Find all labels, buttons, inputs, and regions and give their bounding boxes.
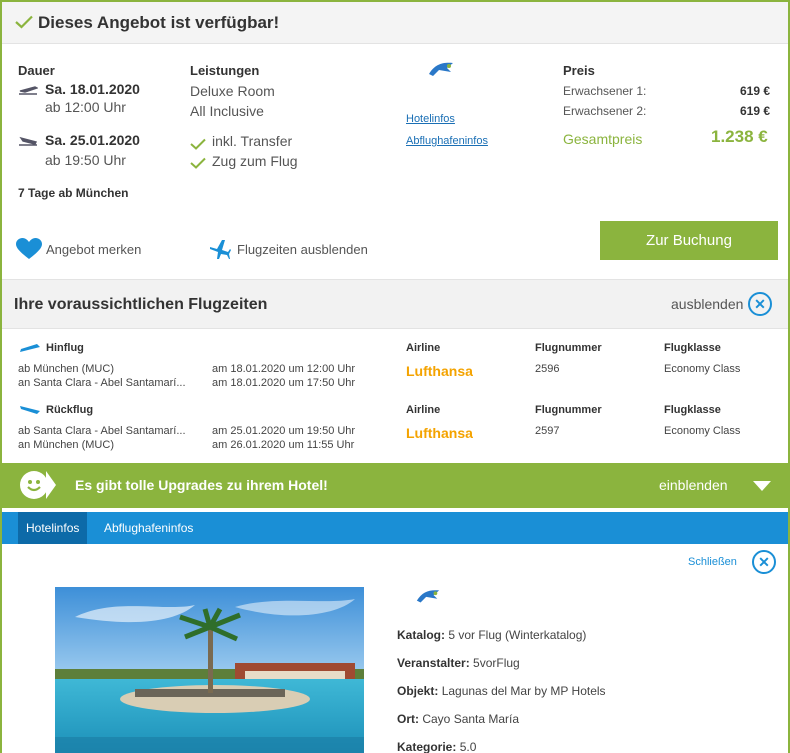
flight-times-hide-link[interactable]: ausblenden — [671, 296, 743, 312]
flight-times-header: Ihre voraussichtlichen Flugzeiten ausble… — [2, 279, 788, 329]
flight-times-title: Ihre voraussichtlichen Flugzeiten — [14, 296, 268, 313]
close-icon[interactable]: ✕ — [748, 292, 772, 316]
adult2-price: 619 € — [740, 104, 771, 118]
upgrades-bar[interactable]: Es gibt tolle Upgrades zu ihrem Hotel! e… — [2, 463, 788, 508]
location-row: Ort: Cayo Santa María — [397, 712, 520, 726]
close-info-link[interactable]: Schließen — [688, 556, 737, 568]
outbound-flight-label: Hinflug — [46, 342, 84, 354]
adult2-label: Erwachsener 2: — [563, 104, 647, 118]
outbound-flight-number: 2596 — [535, 363, 560, 375]
outbound-flight-class: Economy Class — [664, 363, 741, 375]
return-airline: Lufthansa — [406, 425, 473, 441]
flight-class-header: Flugklasse — [664, 342, 721, 354]
catalog-row: Katalog: 5 vor Flug (Winterkatalog) — [397, 628, 587, 642]
heart-icon[interactable] — [16, 238, 42, 260]
outbound-to: an Santa Clara - Abel Santamarí... — [18, 377, 186, 389]
transfer-included: inkl. Transfer — [212, 133, 293, 149]
duration-summary: 7 Tage ab München — [18, 186, 129, 200]
info-tabs: Hotelinfos Abflughafeninfos — [2, 512, 788, 544]
return-from: ab Santa Clara - Abel Santamarí... — [18, 425, 186, 437]
tab-hotel-info[interactable]: Hotelinfos — [18, 512, 88, 544]
return-departure: am 25.01.2020 um 19:50 Uhr — [212, 425, 356, 437]
upgrades-show-link[interactable]: einblenden — [659, 477, 728, 493]
board-type: All Inclusive — [190, 103, 264, 119]
plane-departure-icon — [19, 86, 38, 95]
outbound-date: Sa. 18.01.2020 — [45, 81, 140, 97]
operator-row: Veranstalter: 5vorFlug — [397, 656, 520, 670]
operator-logo-icon — [429, 62, 453, 76]
tab-airport-info[interactable]: Abflughafeninfos — [96, 512, 201, 544]
object-row: Objekt: Lagunas del Mar by MP Hotels — [397, 684, 606, 698]
close-icon[interactable]: ✕ — [752, 550, 776, 574]
return-flight-class: Economy Class — [664, 425, 741, 437]
availability-title: Dieses Angebot ist verfügbar! — [38, 13, 280, 32]
operator-logo-icon — [416, 590, 440, 603]
duration-label: Dauer — [18, 63, 55, 78]
plane-departure-icon — [20, 344, 40, 352]
room-type: Deluxe Room — [190, 83, 275, 99]
outbound-time: ab 12:00 Uhr — [45, 99, 126, 115]
airport-info-link[interactable]: Abflughafeninfos — [406, 135, 488, 147]
adult1-label: Erwachsener 1: — [563, 84, 647, 98]
outbound-arrival: am 18.01.2020 um 17:50 Uhr — [212, 377, 356, 389]
outbound-from: ab München (MUC) — [18, 363, 114, 375]
return-to: an München (MUC) — [18, 439, 114, 451]
flight-number-header: Flugnummer — [535, 342, 602, 354]
total-price: 1.238 € — [711, 127, 768, 146]
adult1-price: 619 € — [740, 84, 771, 98]
return-flight-label: Rückflug — [46, 404, 94, 416]
airline-header: Airline — [406, 342, 441, 354]
return-time: ab 19:50 Uhr — [45, 152, 126, 168]
offer-panel: Dieses Angebot ist verfügbar! Dauer Sa. … — [0, 0, 790, 753]
hotel-image — [55, 587, 364, 753]
train-to-flight: Zug zum Flug — [212, 153, 298, 169]
category-row: Kategorie: 5.0 — [397, 740, 477, 753]
upgrades-text: Es gibt tolle Upgrades zu ihrem Hotel! — [75, 477, 328, 493]
smiley-icon — [20, 471, 48, 499]
plane-arrival-icon — [19, 136, 38, 146]
check-icon — [190, 157, 206, 169]
price-label: Preis — [563, 63, 595, 78]
return-arrival: am 26.01.2020 um 11:55 Uhr — [212, 439, 355, 451]
airline-header: Airline — [406, 404, 441, 416]
hide-flights-button[interactable]: Flugzeiten ausblenden — [237, 242, 368, 257]
check-icon — [190, 138, 206, 150]
flight-class-header: Flugklasse — [664, 404, 721, 416]
return-date: Sa. 25.01.2020 — [45, 132, 140, 148]
hotel-info-link[interactable]: Hotelinfos — [406, 113, 455, 125]
plane-arrival-icon — [20, 406, 40, 414]
chevron-down-icon[interactable] — [753, 481, 771, 491]
check-icon — [15, 15, 33, 29]
availability-header: Dieses Angebot ist verfügbar! — [2, 2, 788, 44]
outbound-departure: am 18.01.2020 um 12:00 Uhr — [212, 363, 356, 375]
airplane-icon[interactable] — [209, 238, 231, 260]
return-flight-number: 2597 — [535, 425, 560, 437]
save-offer-button[interactable]: Angebot merken — [46, 242, 141, 257]
outbound-airline: Lufthansa — [406, 363, 473, 379]
total-price-label: Gesamtpreis — [563, 131, 643, 147]
services-label: Leistungen — [190, 63, 260, 78]
flight-number-header: Flugnummer — [535, 404, 602, 416]
booking-button[interactable]: Zur Buchung — [600, 221, 778, 260]
